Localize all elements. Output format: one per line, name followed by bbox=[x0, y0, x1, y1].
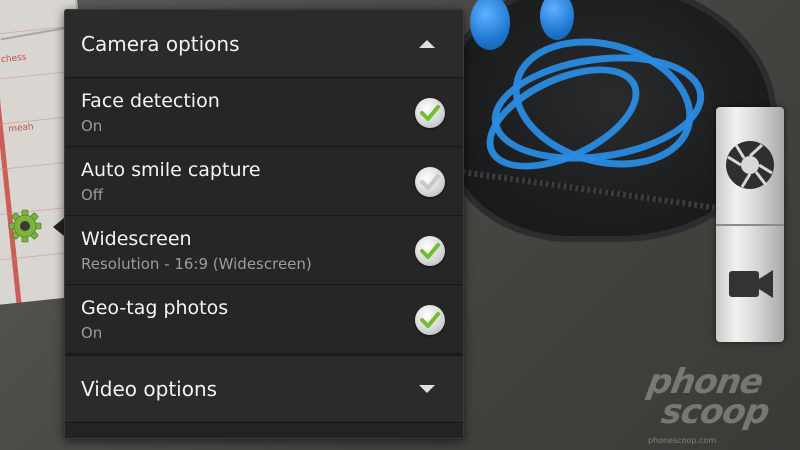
aperture-icon bbox=[726, 141, 774, 189]
expand-down-icon[interactable] bbox=[419, 385, 435, 393]
option-label: Face detection bbox=[81, 90, 220, 112]
checkbox-checked[interactable] bbox=[415, 305, 445, 335]
collapse-up-icon[interactable] bbox=[419, 39, 435, 48]
video-camera-icon bbox=[729, 270, 773, 298]
checkbox-checked[interactable] bbox=[415, 98, 445, 128]
phonescoop-watermark: phone scoop phonescoop.com bbox=[644, 362, 772, 445]
option-value: On bbox=[81, 117, 103, 135]
capture-controls bbox=[716, 107, 784, 342]
checkmark-icon bbox=[420, 105, 440, 121]
option-auto-smile-capture[interactable]: Auto smile capture Off bbox=[65, 148, 463, 216]
camera-options-header[interactable]: Camera options bbox=[65, 10, 463, 78]
option-value: Off bbox=[81, 186, 104, 204]
checkbox-unchecked[interactable] bbox=[415, 167, 445, 197]
checkmark-icon bbox=[420, 243, 440, 259]
video-record-button[interactable] bbox=[716, 226, 784, 342]
shutter-button[interactable] bbox=[716, 107, 784, 224]
option-widescreen[interactable]: Widescreen Resolution - 16:9 (Widescreen… bbox=[65, 217, 463, 285]
camera-options-title: Camera options bbox=[81, 31, 240, 56]
option-face-detection[interactable]: Face detection On bbox=[65, 79, 463, 147]
option-label: Geo-tag photos bbox=[81, 297, 229, 319]
gear-icon[interactable] bbox=[8, 209, 42, 243]
option-value: Resolution - 16:9 (Widescreen) bbox=[81, 255, 312, 273]
video-options-header[interactable]: Video options bbox=[65, 355, 463, 423]
camera-settings-panel: Camera options Face detection On Auto sm… bbox=[64, 9, 464, 439]
option-label: Widescreen bbox=[81, 228, 192, 250]
checkmark-icon bbox=[420, 312, 440, 328]
paper-scribble-top: chess bbox=[0, 52, 27, 66]
video-options-title: Video options bbox=[81, 377, 218, 401]
checkmark-icon bbox=[420, 174, 440, 190]
option-label: Auto smile capture bbox=[81, 159, 261, 181]
paper-scribble: meah bbox=[7, 122, 35, 135]
panel-pointer bbox=[53, 218, 64, 236]
checkbox-checked[interactable] bbox=[415, 236, 445, 266]
option-geo-tag-photos[interactable]: Geo-tag photos On bbox=[65, 286, 463, 354]
option-value: On bbox=[81, 324, 103, 342]
